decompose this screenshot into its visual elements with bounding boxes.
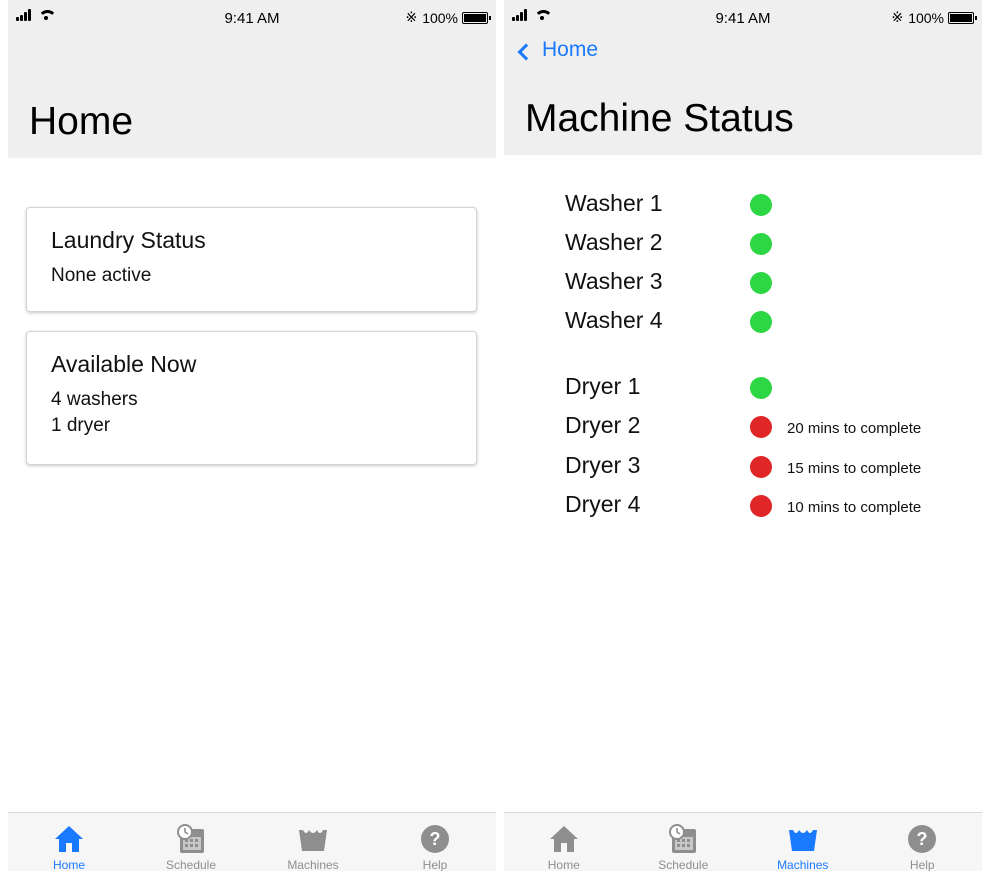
machine-name: Dryer 3 [565, 452, 641, 478]
machine-name: Dryer 4 [565, 491, 641, 517]
status-indicator [750, 377, 772, 399]
machine-status-screen: 9:41 AM ※ 100% Home Machine Status Washe… [504, 0, 982, 871]
laundry-status-card[interactable]: Laundry Status None active [26, 207, 477, 312]
machine-name: Washer 3 [565, 268, 663, 294]
time-remaining: 20 mins to complete [787, 420, 922, 437]
chevron-left-icon [517, 43, 535, 61]
status-indicator [750, 416, 772, 438]
tab-bar: Home Schedule Machines ? Help [8, 812, 496, 871]
battery-level [950, 13, 972, 22]
time-remaining: 10 mins to complete [787, 499, 922, 516]
washtub-icon [788, 830, 817, 851]
machine-row-washer-1[interactable]: Washer 1 [504, 188, 982, 222]
tab-machines[interactable]: Machines [252, 813, 374, 871]
tab-label: Machines [287, 858, 339, 871]
status-bar: 9:41 AM ※ 100% [504, 0, 982, 32]
tab-bar: Home Schedule Machines ? Help [504, 812, 982, 871]
status-bar: 9:41 AM ※ 100% [8, 0, 496, 32]
status-right: ※ 100% [891, 9, 977, 26]
card-line: 1 dryer [51, 415, 111, 436]
bluetooth-icon: ※ [891, 9, 904, 25]
status-indicator [750, 233, 772, 255]
page-title: Home [29, 100, 134, 143]
status-indicator [750, 456, 772, 478]
calendar-clock-icon [177, 824, 204, 853]
house-icon [549, 826, 578, 852]
status-indicator [750, 272, 772, 294]
machine-row-dryer-3[interactable]: Dryer 3 15 mins to complete [504, 450, 982, 484]
tab-label: Schedule [165, 858, 217, 871]
battery-percent: 100% [908, 9, 944, 26]
house-icon [55, 826, 83, 852]
machine-name: Dryer 1 [565, 373, 641, 399]
machine-name: Washer 4 [565, 307, 663, 333]
tab-label: Home [52, 858, 85, 871]
navigation-header: 9:41 AM ※ 100% Home Machine Status [504, 0, 982, 155]
available-now-card[interactable]: Available Now 4 washers 1 dryer [26, 331, 477, 465]
machine-row-dryer-4[interactable]: Dryer 4 10 mins to complete [504, 489, 982, 523]
back-label: Home [542, 38, 599, 61]
card-line: 4 washers [51, 389, 138, 410]
svg-text:?: ? [917, 829, 928, 849]
machine-name: Washer 2 [565, 229, 663, 255]
tab-schedule[interactable]: Schedule [130, 813, 252, 871]
bluetooth-icon: ※ [405, 9, 418, 25]
machine-row-washer-4[interactable]: Washer 4 [504, 305, 982, 339]
help-icon: ? [908, 825, 937, 853]
tab-label: Home [547, 858, 580, 871]
tab-label: Help [422, 858, 448, 871]
help-icon: ? [421, 825, 449, 853]
tab-home[interactable]: Home [8, 813, 130, 871]
battery-icon [462, 11, 491, 24]
tab-label: Machines [777, 858, 829, 871]
tab-home[interactable]: Home [504, 813, 624, 871]
svg-text:?: ? [430, 829, 441, 849]
card-title: Available Now [51, 351, 197, 377]
machine-row-washer-3[interactable]: Washer 3 [504, 266, 982, 300]
battery-icon [948, 11, 977, 24]
tab-help[interactable]: ? Help [863, 813, 982, 871]
battery-percent: 100% [422, 9, 458, 26]
page-title: Machine Status [525, 97, 794, 140]
tab-schedule[interactable]: Schedule [624, 813, 744, 871]
washtub-icon [299, 830, 327, 851]
home-screen: 9:41 AM ※ 100% Home Laundry Status None … [8, 0, 496, 871]
tab-label: Schedule [658, 858, 709, 871]
machine-row-dryer-1[interactable]: Dryer 1 [504, 371, 982, 405]
machine-row-dryer-2[interactable]: Dryer 2 20 mins to complete [504, 410, 982, 444]
tab-label: Help [909, 858, 935, 871]
status-indicator [750, 194, 772, 216]
card-line: None active [51, 265, 152, 286]
card-title: Laundry Status [51, 227, 206, 253]
status-right: ※ 100% [405, 9, 491, 26]
calendar-clock-icon [669, 824, 697, 853]
machine-name: Dryer 2 [565, 412, 641, 438]
battery-level [464, 13, 486, 22]
tab-machines[interactable]: Machines [743, 813, 863, 871]
tab-help[interactable]: ? Help [374, 813, 496, 871]
navigation-header: 9:41 AM ※ 100% Home [8, 0, 496, 158]
time-remaining: 15 mins to complete [787, 460, 922, 477]
back-button[interactable]: Home [514, 38, 598, 62]
status-indicator [750, 495, 772, 517]
machine-row-washer-2[interactable]: Washer 2 [504, 227, 982, 261]
machine-name: Washer 1 [565, 190, 663, 216]
status-indicator [750, 311, 772, 333]
